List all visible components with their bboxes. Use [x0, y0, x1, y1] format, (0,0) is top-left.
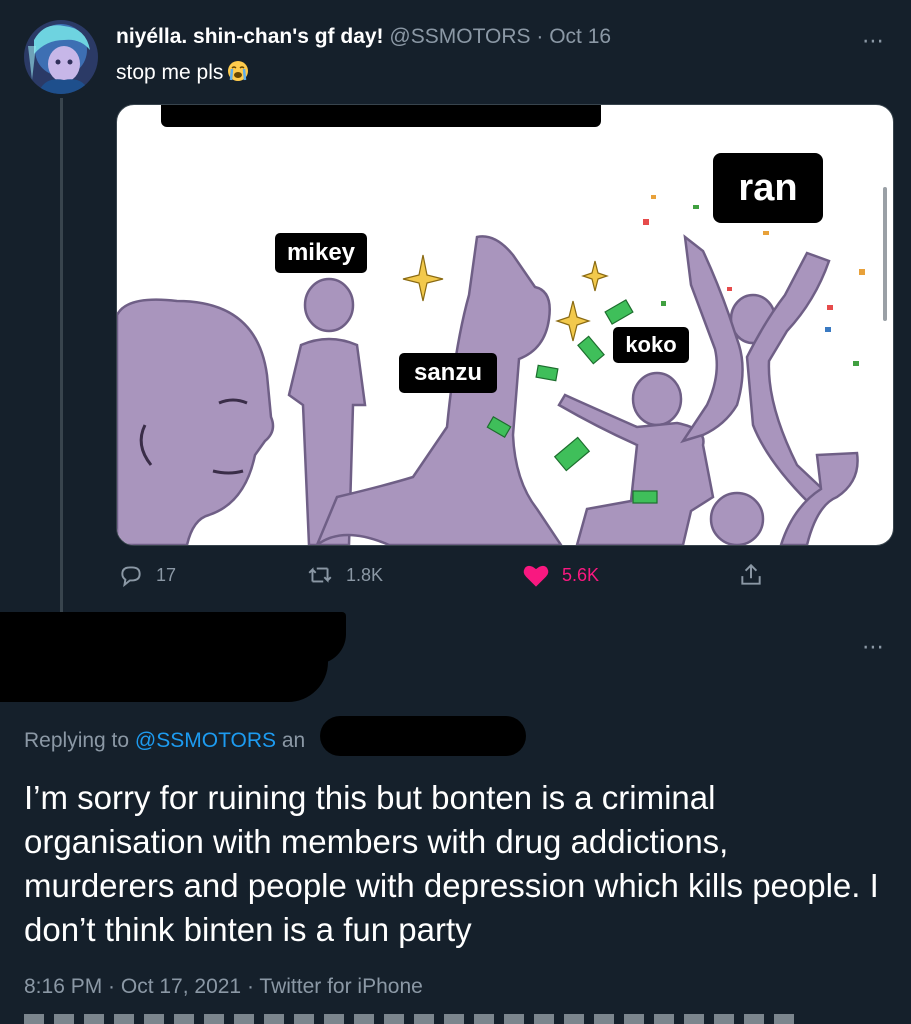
heart-filled-icon [522, 562, 550, 588]
replying-handle-link[interactable]: @SSMOTORS [135, 729, 276, 752]
more-options-icon[interactable]: ⋯ [862, 28, 885, 54]
replying-suffix: an [276, 729, 306, 752]
author-name[interactable]: niyélla. shin-chan's gf day! [116, 25, 384, 48]
media-label-ran: ran [713, 153, 823, 223]
tweet-text-content: stop me pls [116, 61, 224, 84]
reply-icon [118, 562, 144, 588]
avatar[interactable] [24, 20, 98, 94]
media-label-sanzu: sanzu [399, 353, 497, 393]
replying-to: Replying to @SSMOTORS an [24, 726, 305, 756]
reply-count: 17 [156, 564, 177, 585]
tweet-text: I’m sorry for ruining this but bonten is… [24, 779, 879, 948]
share-button[interactable] [738, 562, 764, 588]
media-label-mikey: mikey [275, 233, 367, 273]
share-icon [738, 562, 764, 588]
media-scrollbar[interactable] [883, 187, 887, 321]
separator-dot: · [536, 25, 544, 48]
tweet-timestamp[interactable]: 8:16 PM · Oct 17, 2021 · Twitter for iPh… [24, 972, 423, 1002]
replying-prefix: Replying to [24, 729, 135, 752]
more-options-icon[interactable]: ⋯ [862, 634, 885, 660]
like-button[interactable]: 5.6K [522, 562, 599, 588]
redaction-mark [320, 716, 526, 756]
retweet-button[interactable]: 1.8K [306, 562, 383, 588]
thread-connector [60, 98, 63, 612]
retweet-icon [306, 562, 334, 588]
media-label-koko: koko [613, 327, 689, 363]
loudly-crying-face-icon [227, 60, 249, 82]
author-handle[interactable]: @SSMOTORS [389, 25, 530, 48]
retweet-count: 1.8K [346, 564, 384, 585]
tweet-text: stop me pls [116, 58, 249, 88]
redaction-mark [0, 650, 328, 702]
tweet-date[interactable]: Oct 16 [549, 25, 611, 48]
tweet-media-image[interactable]: mikey sanzu koko ran [116, 104, 894, 546]
like-count: 5.6K [562, 564, 600, 585]
tweet-header: niyélla. shin-chan's gf day! @SSMOTORS ·… [116, 22, 611, 52]
cropped-text-edge [24, 1014, 794, 1024]
reply-button[interactable]: 17 [118, 562, 176, 588]
